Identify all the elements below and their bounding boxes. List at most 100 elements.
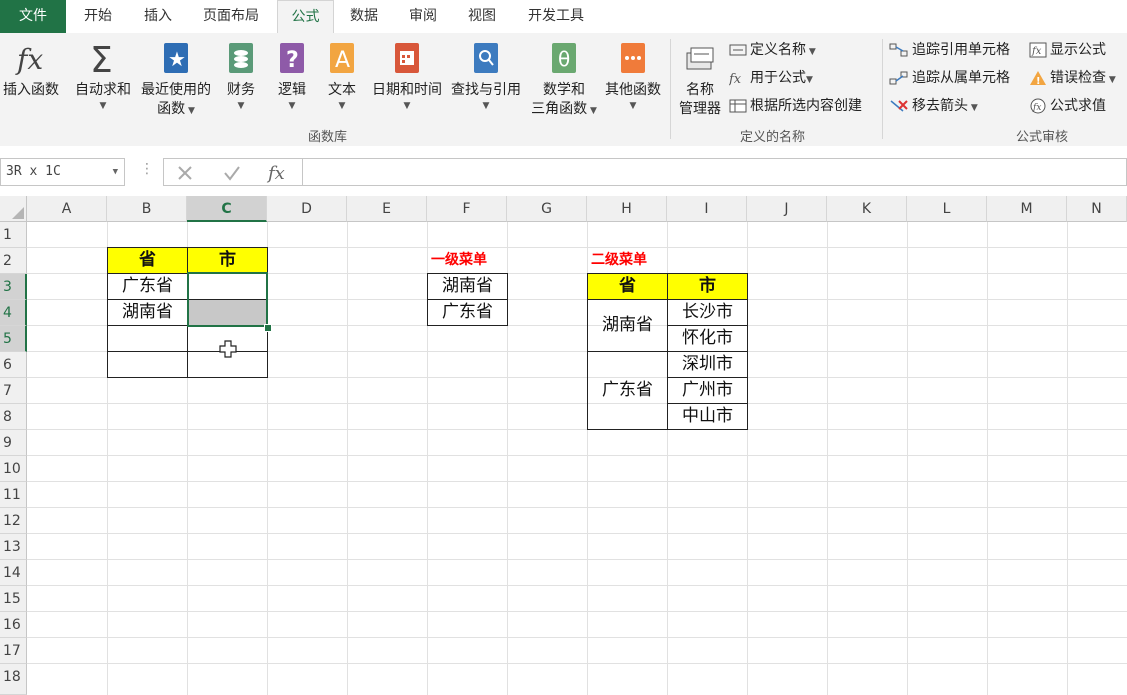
row-header-1[interactable]: 1 — [0, 222, 27, 248]
autosum-button[interactable]: Σ 自动求和 ▼ — [70, 39, 136, 112]
row-header-7[interactable]: 7 — [0, 378, 27, 404]
column-header-e[interactable]: E — [347, 196, 427, 222]
trace-precedents-button[interactable]: 追踪引用单元格 — [889, 39, 1010, 61]
trace-dependents-button[interactable]: 追踪从属单元格 — [889, 67, 1010, 89]
row-header-8[interactable]: 8 — [0, 404, 27, 430]
cell-b4[interactable]: 湖南省 — [107, 299, 188, 326]
row-header-12[interactable]: 12 — [0, 508, 27, 534]
column-header-l[interactable]: L — [907, 196, 987, 222]
cell-i5[interactable]: 怀化市 — [667, 325, 748, 352]
menu1-title: 一级菜单 — [431, 252, 487, 268]
cell-b5[interactable] — [107, 325, 188, 352]
cell-f3[interactable]: 湖南省 — [427, 273, 508, 300]
column-header-m[interactable]: M — [987, 196, 1067, 222]
group-label-formula-auditing: 公式审核 — [1016, 130, 1069, 145]
tab-insert[interactable]: 插入 — [130, 0, 186, 33]
chevron-down-icon: ▼ — [482, 101, 490, 111]
cell-i3[interactable]: 市 — [667, 273, 748, 300]
error-checking-button[interactable]: ! 错误检查 ▼ — [1029, 67, 1116, 89]
tab-formulas[interactable]: 公式 — [277, 0, 334, 33]
row-header-9[interactable]: 9 — [0, 430, 27, 456]
cell-c3[interactable] — [187, 273, 268, 300]
column-header-d[interactable]: D — [267, 196, 347, 222]
cell-b3[interactable]: 广东省 — [107, 273, 188, 300]
chevron-down-icon[interactable]: ▼ — [113, 159, 118, 185]
show-formulas-button[interactable]: fx 显示公式 — [1029, 39, 1106, 61]
cell-c2[interactable]: 市 — [187, 247, 268, 274]
use-in-formula-button[interactable]: fx 用于公式▼ — [729, 67, 813, 89]
row-header-17[interactable]: 17 — [0, 638, 27, 664]
cell-f4[interactable]: 广东省 — [427, 299, 508, 326]
lookup-reference-button[interactable]: 查找与引用 ▼ — [446, 39, 526, 112]
remove-arrows-button[interactable]: 移去箭头 ▼ — [889, 95, 978, 117]
cell-i8[interactable]: 中山市 — [667, 403, 748, 430]
row-header-10[interactable]: 10 — [0, 456, 27, 482]
insert-function-fx-icon[interactable]: fx — [266, 161, 292, 183]
show-formulas-icon: fx — [1029, 42, 1047, 58]
cell-cursor-icon — [219, 340, 237, 358]
tab-developer[interactable]: 开发工具 — [516, 0, 596, 33]
row-header-3[interactable]: 3 — [0, 274, 27, 300]
chevron-down-icon: ▼ — [629, 101, 637, 111]
chevron-down-icon: ▼ — [99, 101, 107, 111]
formula-input[interactable] — [302, 158, 1127, 186]
column-header-j[interactable]: J — [747, 196, 827, 222]
column-header-f[interactable]: F — [427, 196, 507, 222]
column-header-g[interactable]: G — [507, 196, 587, 222]
row-header-13[interactable]: 13 — [0, 534, 27, 560]
column-header-c[interactable]: C — [187, 196, 267, 222]
cell-h6-merged[interactable]: 广东省 — [587, 351, 668, 430]
row-header-2[interactable]: 2 — [0, 248, 27, 274]
text-button[interactable]: A 文本 ▼ — [320, 39, 364, 112]
tab-home[interactable]: 开始 — [70, 0, 126, 33]
column-header-b[interactable]: B — [107, 196, 187, 222]
worksheet-grid: A B C D E F G H I J K L M N 1 2 3 4 5 6 … — [0, 196, 1127, 695]
row-header-16[interactable]: 16 — [0, 612, 27, 638]
column-header-n[interactable]: N — [1067, 196, 1127, 222]
row-header-6[interactable]: 6 — [0, 352, 27, 378]
cell-b6[interactable] — [107, 351, 188, 378]
cell-i4[interactable]: 长沙市 — [667, 299, 748, 326]
create-from-selection-button[interactable]: 根据所选内容创建 — [729, 95, 862, 117]
tab-page-layout[interactable]: 页面布局 — [190, 0, 272, 33]
define-name-button[interactable]: 定义名称 ▼ — [729, 39, 816, 61]
cell-h3[interactable]: 省 — [587, 273, 668, 300]
tab-data[interactable]: 数据 — [338, 0, 390, 33]
row-header-15[interactable]: 15 — [0, 586, 27, 612]
column-header-h[interactable]: H — [587, 196, 667, 222]
enter-check-icon[interactable] — [222, 164, 242, 182]
logical-button[interactable]: ? 逻辑 ▼ — [270, 39, 314, 112]
name-box[interactable]: 3R x 1C ▼ — [0, 158, 125, 186]
row-header-4[interactable]: 4 — [0, 300, 27, 326]
cancel-icon[interactable] — [176, 164, 194, 182]
more-functions-button[interactable]: 其他函数 ▼ — [601, 39, 665, 112]
tab-view[interactable]: 视图 — [456, 0, 508, 33]
column-header-a[interactable]: A — [27, 196, 107, 222]
sigma-icon: Σ — [90, 40, 113, 79]
column-header-i[interactable]: I — [667, 196, 747, 222]
svg-text:fx: fx — [1032, 103, 1041, 113]
cell-h4-merged[interactable]: 湖南省 — [587, 299, 668, 352]
row-header-14[interactable]: 14 — [0, 560, 27, 586]
cell-b2[interactable]: 省 — [107, 247, 188, 274]
recent-functions-button[interactable]: ★ 最近使用的 函数 ▼ — [137, 39, 215, 121]
resize-handle-icon[interactable]: ⋮ — [140, 161, 154, 177]
cell-i7[interactable]: 广州市 — [667, 377, 748, 404]
financial-button[interactable]: 财务 ▼ — [219, 39, 263, 112]
tab-review[interactable]: 审阅 — [397, 0, 449, 33]
row-header-5[interactable]: 5 — [0, 326, 27, 352]
name-manager-button[interactable]: 名称 管理器 — [674, 39, 726, 119]
tab-file[interactable]: 文件 — [0, 0, 66, 33]
cell-i6[interactable]: 深圳市 — [667, 351, 748, 378]
evaluate-formula-button[interactable]: fx 公式求值 — [1029, 95, 1106, 117]
datetime-button[interactable]: 日期和时间 ▼ — [367, 39, 447, 112]
insert-function-button[interactable]: fx 插入函数 — [0, 39, 62, 100]
gridline — [987, 222, 988, 695]
row-header-18[interactable]: 18 — [0, 664, 27, 695]
row-header-11[interactable]: 11 — [0, 482, 27, 508]
select-all-corner[interactable] — [0, 196, 27, 222]
cell-c4[interactable] — [187, 299, 268, 326]
column-header-k[interactable]: K — [827, 196, 907, 222]
math-trig-button[interactable]: θ 数学和 三角函数 ▼ — [527, 39, 601, 121]
fill-handle[interactable] — [264, 324, 272, 332]
